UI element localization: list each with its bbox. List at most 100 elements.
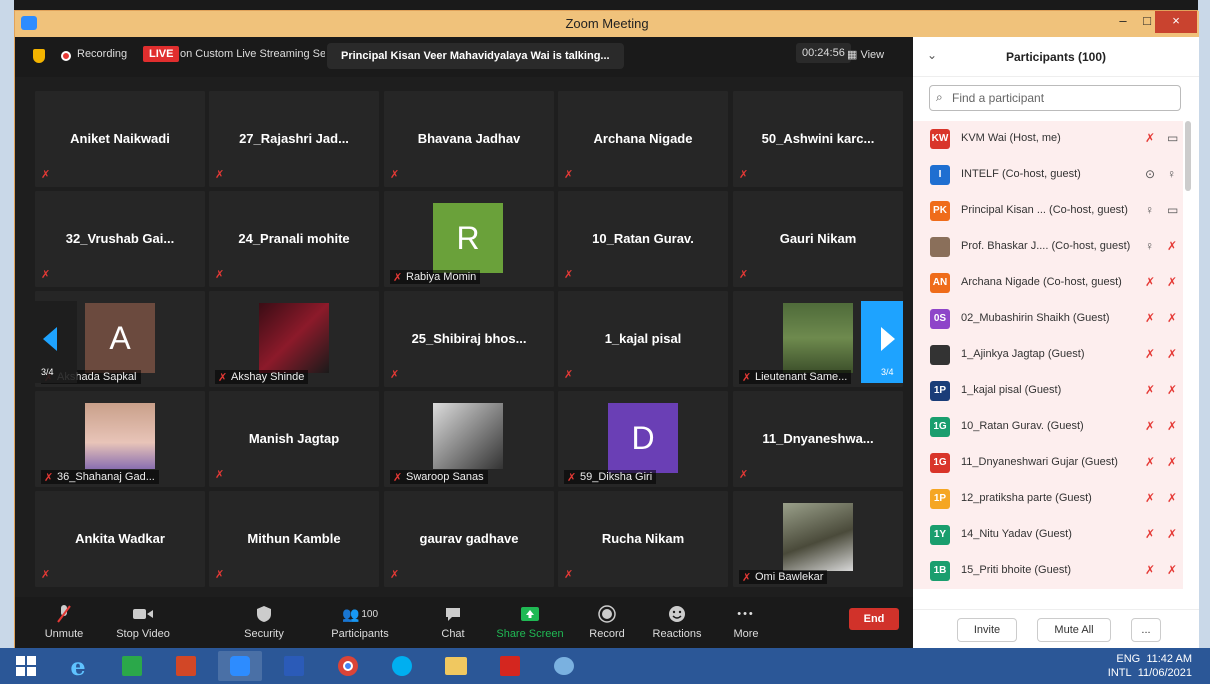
system-tray[interactable]: ENG 11:42 AM INTL 11/06/2021 xyxy=(1108,652,1192,680)
tile-name: Bhavana Jadhav xyxy=(417,131,521,146)
participant-list-scrollbar[interactable] xyxy=(1185,121,1191,191)
grid-icon: ▦ xyxy=(847,49,861,61)
store-icon[interactable] xyxy=(110,651,154,681)
video-tile[interactable]: Archana Nigade ✗ xyxy=(558,91,728,187)
video-tile[interactable]: ✗ Akshay Shinde xyxy=(209,291,379,387)
participant-avatar: PK xyxy=(930,201,950,221)
video-tile[interactable]: ✗ 36_Shahanaj Gad... xyxy=(35,391,205,487)
video-tile[interactable]: 10_Ratan Gurav. ✗ xyxy=(558,191,728,287)
internet-explorer-icon[interactable]: e xyxy=(56,651,100,681)
tile-name: Akshay Shinde xyxy=(231,371,305,383)
tile-name: Gauri Nikam xyxy=(779,231,857,246)
mute-all-button[interactable]: Mute All xyxy=(1037,618,1111,642)
video-tile[interactable]: ✗ Swaroop Sanas xyxy=(384,391,554,487)
chrome-icon[interactable] xyxy=(326,651,370,681)
video-tile[interactable]: Aniket Naikwadi ✗ xyxy=(35,91,205,187)
unmute-button[interactable]: Unmute xyxy=(41,603,87,640)
participant-search-input[interactable]: ⌕ Find a participant xyxy=(929,85,1181,111)
powerpoint-icon[interactable] xyxy=(164,651,208,681)
muted-mic-icon: ✗ xyxy=(1145,563,1156,577)
participant-row[interactable]: PK Principal Kisan ... (Co-host, guest) … xyxy=(913,193,1183,229)
skype-icon[interactable] xyxy=(380,651,424,681)
tile-name: 11_Dnyaneshwa... xyxy=(762,431,874,446)
unmute-label: Unmute xyxy=(44,628,84,640)
participant-row[interactable]: 1P 1_kajal pisal (Guest) ✗ ✗ xyxy=(913,373,1183,409)
reactions-button[interactable]: Reactions xyxy=(649,603,705,640)
participant-avatar: KW xyxy=(930,129,950,149)
participant-row[interactable]: 1Y 14_Nitu Yadav (Guest) ✗ ✗ xyxy=(913,517,1183,553)
muted-mic-icon: ✗ xyxy=(41,169,51,181)
video-tile[interactable]: 25_Shibiraj bhos... ✗ xyxy=(384,291,554,387)
participant-row[interactable]: 1B 15_Priti bhoite (Guest) ✗ ✗ xyxy=(913,553,1183,589)
participant-row[interactable]: 1P 12_pratiksha parte (Guest) ✗ ✗ xyxy=(913,481,1183,517)
tile-name: Manish Jagtap xyxy=(248,431,340,446)
shield-icon[interactable] xyxy=(33,49,45,63)
profile-photo xyxy=(85,403,155,469)
paint-icon[interactable] xyxy=(542,651,586,681)
muted-mic-icon: ✗ xyxy=(739,469,749,481)
chat-button[interactable]: Chat xyxy=(435,603,471,640)
muted-mic-icon: ✗ xyxy=(742,572,752,584)
tile-name-label: ✗ 36_Shahanaj Gad... xyxy=(41,470,159,484)
video-tile[interactable]: Mithun Kamble ✗ xyxy=(209,491,379,587)
participant-row[interactable]: AN Archana Nigade (Co-host, guest) ✗ ✗ xyxy=(913,265,1183,301)
previous-page-button[interactable]: 3/4 xyxy=(35,301,77,383)
video-tile[interactable]: 1_kajal pisal ✗ xyxy=(558,291,728,387)
video-tile[interactable]: Rucha Nikam ✗ xyxy=(558,491,728,587)
tile-name: Omi Bawlekar xyxy=(755,571,824,583)
participant-row[interactable]: Prof. Bhaskar J.... (Co-host, guest) ♀ ✗ xyxy=(913,229,1183,265)
security-button[interactable]: Security xyxy=(239,603,289,640)
stop-video-button[interactable]: Stop Video xyxy=(113,603,173,640)
invite-button[interactable]: Invite xyxy=(957,618,1017,642)
end-meeting-button[interactable]: End xyxy=(849,608,899,630)
windows-start-button[interactable] xyxy=(4,651,48,681)
title-bar: Zoom Meeting – □ × xyxy=(15,11,1199,37)
video-gallery: Recording LIVE on Custom Live Streaming … xyxy=(15,37,913,597)
participant-row[interactable]: 1_Ajinkya Jagtap (Guest) ✗ ✗ xyxy=(913,337,1183,373)
video-tile[interactable]: 50_Ashwini karc... ✗ xyxy=(733,91,903,187)
participants-button[interactable]: 👥 100 Participants xyxy=(325,603,395,641)
participant-avatar: 1B xyxy=(930,561,950,581)
video-tile[interactable]: gaurav gadhave ✗ xyxy=(384,491,554,587)
participant-row[interactable]: KW KVM Wai (Host, me) ✗ ▭ xyxy=(913,121,1183,157)
tile-name-label: ✗ Rabiya Momin xyxy=(390,270,481,284)
acrobat-icon[interactable] xyxy=(488,651,532,681)
more-options-button[interactable]: ... xyxy=(1131,618,1161,642)
video-tile[interactable]: Gauri Nikam ✗ xyxy=(733,191,903,287)
file-explorer-icon[interactable] xyxy=(434,651,478,681)
camera-off-icon: ✗ xyxy=(1167,527,1178,541)
zoom-taskbar-icon[interactable] xyxy=(218,651,262,681)
video-tile[interactable]: Bhavana Jadhav ✗ xyxy=(384,91,554,187)
video-tile[interactable]: 11_Dnyaneshwa... ✗ xyxy=(733,391,903,487)
video-tile[interactable]: ✗ Omi Bawlekar xyxy=(733,491,903,587)
video-tile[interactable]: 27_Rajashri Jad... ✗ xyxy=(209,91,379,187)
video-tile[interactable]: 32_Vrushab Gai... ✗ xyxy=(35,191,205,287)
tile-name-label: ✗ Lieutenant Same... xyxy=(739,370,852,384)
more-button[interactable]: ••• More xyxy=(731,603,761,640)
participant-name: 1_Ajinkya Jagtap (Guest) xyxy=(961,348,1085,360)
video-tile[interactable]: R ✗ Rabiya Momin xyxy=(384,191,554,287)
video-tile[interactable]: 24_Pranali mohite ✗ xyxy=(209,191,379,287)
share-screen-button[interactable]: Share Screen xyxy=(495,603,565,640)
video-tile[interactable]: Ankita Wadkar ✗ xyxy=(35,491,205,587)
tile-name: 36_Shahanaj Gad... xyxy=(57,471,155,483)
participant-row[interactable]: 1G 10_Ratan Gurav. (Guest) ✗ ✗ xyxy=(913,409,1183,445)
video-tile[interactable]: D ✗ 59_Diksha Giri xyxy=(558,391,728,487)
participant-avatar: 1G xyxy=(930,453,950,473)
participant-row[interactable]: 0S 02_Mubashirin Shaikh (Guest) ✗ ✗ xyxy=(913,301,1183,337)
word-icon[interactable] xyxy=(272,651,316,681)
participant-name: Prof. Bhaskar J.... (Co-host, guest) xyxy=(961,240,1131,252)
participant-row[interactable]: I INTELF (Co-host, guest) ⊙ ♀ xyxy=(913,157,1183,193)
muted-microphone-icon xyxy=(41,603,87,625)
chat-label: Chat xyxy=(441,628,465,640)
tile-name: 10_Ratan Gurav. xyxy=(592,231,694,246)
muted-mic-icon: ✗ xyxy=(215,169,225,181)
participant-row[interactable]: 1G 11_Dnyaneshwari Gujar (Guest) ✗ ✗ xyxy=(913,445,1183,481)
video-tile[interactable]: Manish Jagtap ✗ xyxy=(209,391,379,487)
view-button[interactable]: ▦ View xyxy=(847,48,884,61)
live-badge[interactable]: LIVE xyxy=(143,46,180,62)
muted-mic-icon: ✗ xyxy=(1145,419,1156,433)
next-page-button[interactable]: 3/4 xyxy=(861,301,903,383)
record-button[interactable]: Record xyxy=(587,603,627,640)
close-button[interactable]: × xyxy=(1155,11,1197,33)
